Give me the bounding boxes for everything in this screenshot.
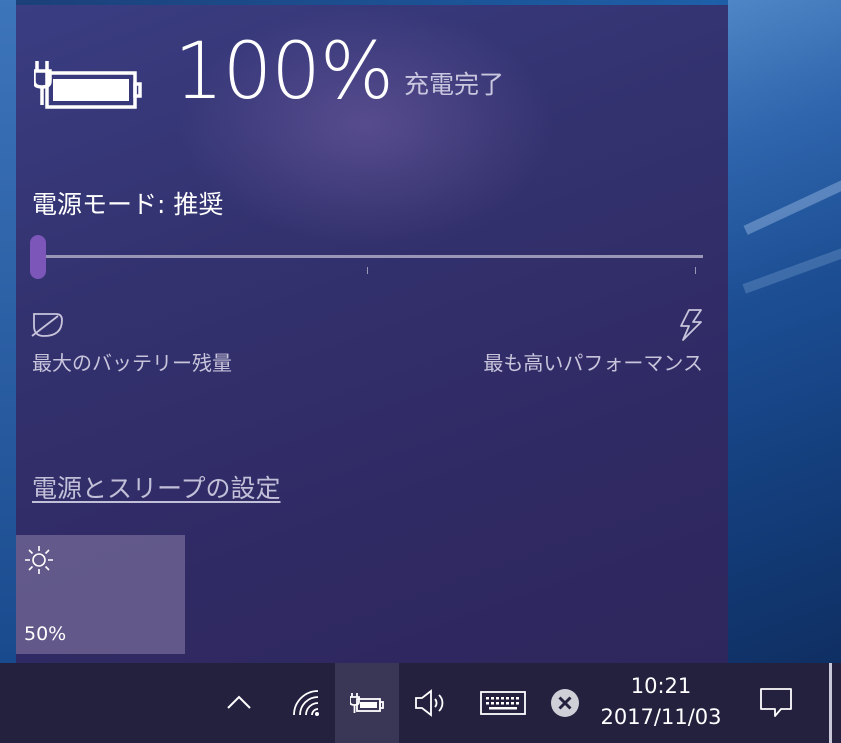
error-status-button[interactable] [545,663,585,743]
action-center-button[interactable] [752,663,800,743]
brightness-tile[interactable]: 50% [16,535,185,654]
close-circle-icon [551,689,579,717]
action-center-icon [760,688,792,717]
power-mode-slider-track[interactable] [32,255,703,258]
sun-icon [25,546,53,574]
desktop-wallpaper-left [0,0,16,663]
power-sleep-settings-link[interactable]: 電源とスリープの設定 [32,469,281,505]
power-mode-slider-thumb[interactable] [30,235,46,279]
slider-tick [695,267,696,274]
charge-status: 充電完了 [404,70,505,99]
slider-tick [367,267,368,274]
battery-button[interactable] [335,663,399,743]
max-battery-label: 最大のバッテリー残量 [32,351,232,375]
clock-date: 2017/11/03 [600,705,722,729]
taskbar-clock[interactable]: 10:21 2017/11/03 [596,671,726,733]
volume-button[interactable] [405,663,455,743]
battery-charging-icon [34,61,142,109]
touch-keyboard-button[interactable] [472,663,534,743]
battery-percentage: 100% [174,27,394,117]
power-mode-label: 電源モード: 推奨 [32,190,224,219]
wifi-icon [293,690,319,716]
show-desktop-edge[interactable] [829,663,832,743]
network-button[interactable] [284,663,328,743]
show-hidden-icons-button[interactable] [218,663,260,743]
brightness-value: 50% [24,623,67,645]
leaf-icon [31,313,63,337]
keyboard-icon [480,691,526,715]
chevron-up-icon [227,695,251,709]
lightning-bolt-icon [680,309,702,341]
speaker-icon [415,689,444,717]
taskbar: 10:21 2017/11/03 [0,663,841,743]
desktop-wallpaper-right [728,0,841,663]
battery-flyout: 100% 充電完了 電源モード: 推奨 最大のバッテリー残量 最も高いパフォーマ… [16,5,728,663]
battery-plug-icon [350,693,384,713]
clock-time: 10:21 [630,674,692,698]
best-performance-label: 最も高いパフォーマンス [483,351,703,375]
